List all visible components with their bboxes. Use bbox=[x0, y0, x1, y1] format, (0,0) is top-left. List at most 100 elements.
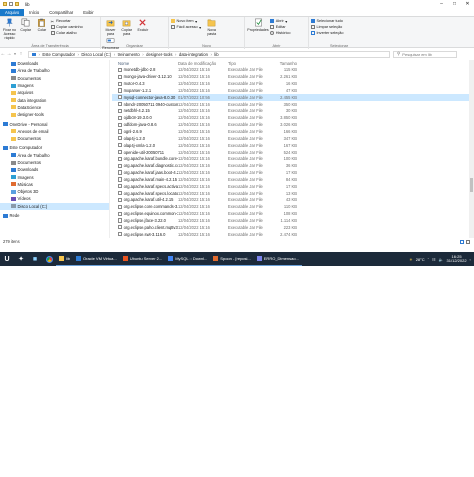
taskbar-app[interactable]: ERRO_Dimensao... bbox=[253, 252, 302, 266]
bird-app-icon[interactable]: ✦ bbox=[14, 252, 28, 266]
tab-compartilhar[interactable]: Compartilhar bbox=[44, 9, 78, 16]
file-row[interactable]: mxparser-1.2.1 12/04/2022 15:16 Executable… bbox=[112, 87, 474, 94]
file-row[interactable]: olap4j-xmla-1.2.0 12/04/2022 15:16 Executa… bbox=[112, 142, 474, 149]
vertical-scrollbar[interactable] bbox=[469, 60, 474, 238]
file-row[interactable]: org.apache.karaf.main-4.2.15 12/04/2022 1… bbox=[112, 176, 474, 183]
file-row[interactable]: monetdb-jdbc-2.8 12/04/2022 15:16 Executab… bbox=[112, 67, 474, 74]
file-row[interactable]: org.eclipse.core.commands-3.6.30012/04/2… bbox=[112, 203, 474, 210]
file-row[interactable]: mongo-java-driver-3.12.10 12/04/2022 15:1… bbox=[112, 73, 474, 80]
file-row[interactable]: ojdbc8-19.3.0.0 12/04/2022 15:16 Executabl… bbox=[112, 114, 474, 121]
file-row[interactable]: odfdom-java-0.8.6 12/04/2022 15:16 Executa… bbox=[112, 121, 474, 128]
nav-item[interactable]: arquivos bbox=[0, 89, 109, 96]
taskbar-app[interactable]: Spoon - [reposi... bbox=[210, 252, 254, 266]
start-menu-icon[interactable]: U bbox=[0, 252, 14, 266]
close-button[interactable]: ✕ bbox=[461, 0, 474, 8]
column-header-size[interactable]: Tamanho bbox=[269, 61, 297, 66]
weather-icon[interactable]: ☀ bbox=[409, 257, 413, 262]
breadcrumb-item[interactable]: data-integration bbox=[179, 52, 208, 57]
scrollbar-thumb[interactable] bbox=[470, 178, 473, 192]
nav-item[interactable]: Documentos bbox=[0, 135, 109, 142]
taskbar-app[interactable]: lib bbox=[56, 252, 74, 266]
file-row[interactable]: org.apache.karaf.diagnostic.core-4.2.151… bbox=[112, 162, 474, 169]
nav-item[interactable]: Documentos bbox=[0, 75, 109, 82]
column-header-date[interactable]: Data de modificação bbox=[178, 61, 228, 66]
breadcrumb-item[interactable]: lib bbox=[214, 52, 218, 57]
tab-exibir[interactable]: Exibir bbox=[78, 9, 98, 16]
nav-item[interactable]: Disco Local (C:) bbox=[0, 202, 109, 210]
nav-item[interactable]: Imagens bbox=[0, 173, 109, 180]
pin-quick-access-button[interactable]: Fixar no Acesso rápido bbox=[2, 18, 17, 40]
store-icon[interactable]: ■ bbox=[28, 252, 42, 266]
file-row[interactable]: org.apache.karaf.specs.locator-4.2.1512/… bbox=[112, 190, 474, 197]
column-header-type[interactable]: Tipo bbox=[228, 61, 269, 66]
nav-item[interactable]: Este Computador bbox=[0, 144, 109, 151]
nav-item[interactable]: Downloads bbox=[0, 60, 109, 67]
chrome-icon[interactable] bbox=[42, 252, 56, 266]
taskbar-app[interactable]: MySQL :: Downl... bbox=[165, 252, 211, 266]
nav-item[interactable]: Downloads bbox=[0, 166, 109, 173]
copy-to-button[interactable]: Copiar para bbox=[119, 18, 134, 36]
notifications-icon[interactable]: ▫ bbox=[470, 257, 471, 262]
nav-item[interactable]: Documentos bbox=[0, 159, 109, 166]
weather-temp[interactable]: 28°C bbox=[416, 257, 425, 262]
history-button[interactable]: Histórico bbox=[270, 30, 290, 36]
move-to-button[interactable]: Mover para bbox=[103, 18, 118, 36]
search-input[interactable]: ⚲ Pesquisar em lib bbox=[393, 50, 457, 58]
file-row[interactable]: netdbhl-4.2.15 12/04/2022 15:16 Executable… bbox=[112, 108, 474, 115]
taskbar-app[interactable]: Oracle VM Virtua... bbox=[73, 252, 120, 266]
nav-item[interactable]: Área de Trabalho bbox=[0, 67, 109, 74]
nav-item[interactable]: DataScience bbox=[0, 104, 109, 111]
address-bar[interactable]: › Este Computador › Disco Local (C:) › t… bbox=[28, 50, 390, 58]
file-row[interactable]: motor-0.4.3 12/04/2022 15:16 Executable Ja… bbox=[112, 80, 474, 87]
file-row[interactable]: org.apache.karaf.bundle.core-4.2.1512/04… bbox=[112, 155, 474, 162]
file-row[interactable]: org.eclipse.swt-3.116.0 12/04/2022 15:16 E… bbox=[112, 231, 474, 238]
large-icons-view-icon[interactable] bbox=[466, 239, 470, 244]
file-row[interactable]: org.eclipse.jface-3.22.0 12/04/2022 15:16… bbox=[112, 217, 474, 224]
up-arrow-icon[interactable]: ↑ bbox=[18, 51, 24, 57]
details-view-icon[interactable] bbox=[460, 239, 464, 244]
properties-icon[interactable] bbox=[9, 2, 13, 6]
file-row[interactable]: ognl-2.6.9 12/04/2022 15:16 Executable Jar… bbox=[112, 128, 474, 135]
nav-item[interactable]: designer-tools bbox=[0, 111, 109, 118]
nav-item[interactable]: Imagens bbox=[0, 82, 109, 89]
new-folder-icon[interactable] bbox=[15, 2, 19, 6]
file-row[interactable]: org.eclipse.equinox.common-3.14.012/04/2… bbox=[112, 210, 474, 217]
file-row[interactable]: openide-util-20050711 12/04/2022 15:16 Exe… bbox=[112, 149, 474, 156]
network-icon[interactable]: ☷ bbox=[432, 257, 436, 262]
copy-button[interactable]: Copiar bbox=[18, 18, 33, 32]
paste-button[interactable]: Colar bbox=[34, 18, 49, 32]
nav-item[interactable]: Vídeos bbox=[0, 195, 109, 202]
nav-item[interactable]: Anexos de email bbox=[0, 128, 109, 135]
tab-inicio[interactable]: Início bbox=[24, 9, 44, 16]
clock[interactable]: 16:25 31/12/2022 bbox=[447, 254, 467, 264]
nav-item[interactable]: Área de Trabalho bbox=[0, 152, 109, 159]
nav-item[interactable]: OneDrive - Personal bbox=[0, 120, 109, 127]
new-folder-button[interactable]: Nova pasta bbox=[204, 18, 219, 36]
speaker-icon[interactable]: 🔈 bbox=[439, 257, 444, 262]
file-row[interactable]: org.apache.karaf.util-4.2.15 12/04/2022 1… bbox=[112, 197, 474, 204]
breadcrumb-item[interactable]: treinamento bbox=[118, 52, 140, 57]
file-row[interactable]: nbmdr-20050711 0940-custom 12/04/2022 15:… bbox=[112, 101, 474, 108]
chevron-up-icon[interactable]: ˆ bbox=[428, 257, 429, 262]
maximize-button[interactable]: □ bbox=[448, 0, 461, 8]
taskbar-app[interactable]: Ubuntu Server 2... bbox=[119, 252, 166, 266]
breadcrumb-item[interactable]: Disco Local (C:) bbox=[81, 52, 111, 57]
nav-item[interactable]: data integration bbox=[0, 96, 109, 103]
nav-item[interactable]: Músicas bbox=[0, 181, 109, 188]
paste-shortcut-button[interactable]: Colar atalho bbox=[50, 30, 83, 36]
nav-item[interactable]: Rede bbox=[0, 212, 109, 219]
file-row[interactable]: org.eclipse.paho.client.mqttv3-1.2.212/0… bbox=[112, 224, 474, 231]
easy-access-button[interactable]: Fácil acesso ▾ bbox=[171, 24, 201, 30]
file-row[interactable]: olap4j-1.2.0 12/04/2022 15:16 Executable J… bbox=[112, 135, 474, 142]
invert-selection-button[interactable]: Inverter seleção bbox=[311, 30, 344, 36]
breadcrumb-item[interactable]: Este Computador bbox=[42, 52, 75, 57]
properties-button[interactable]: Propriedades bbox=[247, 18, 269, 32]
nav-item[interactable]: Objetos 3D bbox=[0, 188, 109, 195]
file-row[interactable]: org.apache.karaf.specs.activator-4.2.151… bbox=[112, 183, 474, 190]
tab-arquivo[interactable]: Arquivo bbox=[0, 9, 25, 16]
column-header-name[interactable]: Nome bbox=[112, 61, 178, 66]
file-row[interactable]: mysql-connector-java-8.0.30 01/07/2022 10… bbox=[112, 93, 474, 101]
delete-button[interactable]: Excluir bbox=[135, 18, 150, 32]
file-row[interactable]: org.apache.karaf.jaas.boot-4.2.1512/04/2… bbox=[112, 169, 474, 176]
minimize-button[interactable]: – bbox=[435, 0, 448, 8]
